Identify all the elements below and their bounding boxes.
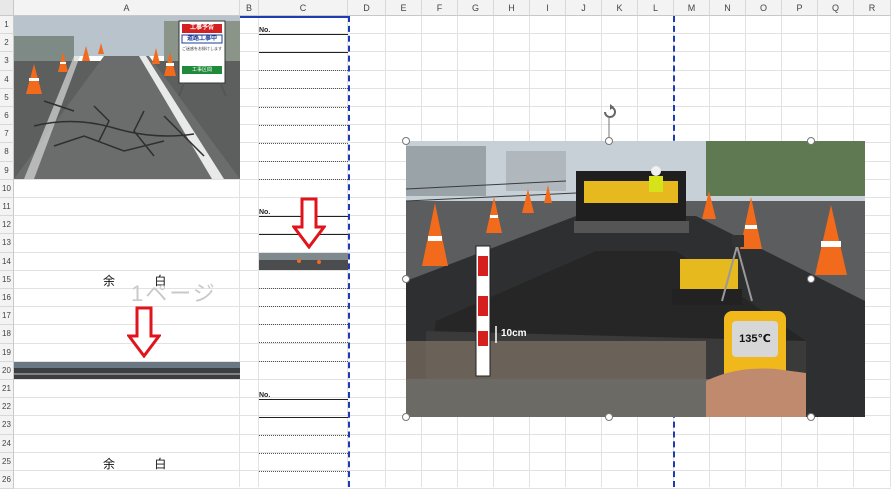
- row-header[interactable]: 12: [0, 216, 14, 235]
- row-header[interactable]: 17: [0, 307, 14, 326]
- row-header[interactable]: 5: [0, 88, 14, 107]
- row-header[interactable]: 16: [0, 289, 14, 308]
- form-line: [259, 107, 348, 108]
- sign-title: 工事予告: [189, 25, 214, 31]
- resize-handle[interactable]: [605, 137, 613, 145]
- blank-label: 余 白: [103, 457, 185, 471]
- form-line: [259, 471, 348, 472]
- column-header[interactable]: Q: [818, 0, 854, 16]
- column-header[interactable]: F: [422, 0, 458, 16]
- rotate-handle-icon[interactable]: [600, 103, 620, 137]
- resize-handle[interactable]: [807, 275, 815, 283]
- column-header[interactable]: O: [746, 0, 782, 16]
- row-header[interactable]: 18: [0, 325, 14, 344]
- row-header[interactable]: 20: [0, 361, 14, 380]
- form-line: [259, 361, 348, 362]
- row-header[interactable]: 22: [0, 398, 14, 417]
- resize-handle[interactable]: [807, 137, 815, 145]
- resize-handle[interactable]: [807, 413, 815, 421]
- row-label: No.: [259, 27, 271, 34]
- road-strip-photo[interactable]: [14, 362, 240, 379]
- column-header[interactable]: A: [14, 0, 240, 16]
- down-arrow-icon: [127, 306, 161, 358]
- form-line: [259, 342, 348, 343]
- row-header[interactable]: 24: [0, 434, 14, 453]
- sign-note: ご迷惑をお掛けします: [182, 46, 222, 51]
- form-line: [259, 288, 348, 289]
- column-header[interactable]: B: [240, 0, 259, 16]
- spreadsheet-grid[interactable]: ABCDEFGHIJKLMNOPQR 1 2 3 4 5 6 7 8 9 10 11 12 13 14 15…: [0, 0, 891, 489]
- page-break-line: [348, 16, 350, 487]
- form-line: [259, 52, 348, 53]
- row-header[interactable]: 21: [0, 380, 14, 399]
- form-line: [259, 125, 348, 126]
- form-line: [259, 161, 348, 162]
- resize-handle[interactable]: [605, 413, 613, 421]
- row-header[interactable]: 1: [0, 16, 14, 35]
- column-header[interactable]: C: [259, 0, 348, 16]
- row-header[interactable]: 7: [0, 125, 14, 144]
- row-header[interactable]: 14: [0, 252, 14, 271]
- row-header[interactable]: 15: [0, 270, 14, 289]
- page-watermark: 1ページ: [131, 281, 217, 306]
- grid-row-line: [14, 433, 891, 435]
- asphalt-paving-photo[interactable]: 10cm 135℃: [406, 141, 865, 417]
- cracked-road-photo[interactable]: 工事予告 道路工事中 ご迷惑をお掛けします 工事区間: [14, 16, 240, 179]
- row-header[interactable]: 26: [0, 471, 14, 489]
- column-header[interactable]: L: [638, 0, 674, 16]
- form-line: [259, 179, 348, 180]
- resize-handle[interactable]: [402, 137, 410, 145]
- column-header[interactable]: D: [348, 0, 386, 16]
- form-line: [259, 306, 348, 307]
- column-header[interactable]: N: [710, 0, 746, 16]
- form-line: [259, 70, 348, 71]
- row-label: No.: [259, 392, 271, 399]
- column-header[interactable]: M: [674, 0, 710, 16]
- form-line: [259, 324, 348, 325]
- paving-thumbnail[interactable]: [259, 253, 348, 270]
- row-header[interactable]: 13: [0, 234, 14, 253]
- resize-handle[interactable]: [402, 275, 410, 283]
- grid-row-line: [14, 451, 891, 453]
- row-header[interactable]: 11: [0, 198, 14, 217]
- form-line: [259, 88, 348, 89]
- down-arrow-icon: [292, 197, 326, 249]
- column-header[interactable]: H: [494, 0, 530, 16]
- form-line: [259, 453, 348, 454]
- sign-section: 工事区間: [191, 67, 212, 73]
- row-header[interactable]: 10: [0, 179, 14, 198]
- sign-main: 道路工事中: [186, 36, 217, 42]
- measure-label: 10cm: [501, 328, 527, 339]
- resize-handle[interactable]: [402, 413, 410, 421]
- row-header[interactable]: 23: [0, 416, 14, 435]
- row-header[interactable]: 25: [0, 452, 14, 471]
- row-header[interactable]: 9: [0, 161, 14, 180]
- column-header[interactable]: J: [566, 0, 602, 16]
- row-label: No.: [259, 209, 271, 216]
- column-header[interactable]: E: [386, 0, 422, 16]
- select-all-corner[interactable]: [0, 0, 14, 16]
- row-header[interactable]: 4: [0, 70, 14, 89]
- row-header[interactable]: 6: [0, 107, 14, 126]
- form-line: [259, 399, 348, 400]
- row-header[interactable]: 19: [0, 343, 14, 362]
- form-line: [259, 435, 348, 436]
- thermometer-reading: 135℃: [739, 333, 771, 345]
- row-header[interactable]: 8: [0, 143, 14, 162]
- column-header[interactable]: I: [530, 0, 566, 16]
- form-line: [259, 417, 348, 418]
- column-header[interactable]: K: [602, 0, 638, 16]
- column-header[interactable]: R: [854, 0, 891, 16]
- row-header[interactable]: 3: [0, 52, 14, 71]
- form-line: [259, 143, 348, 144]
- column-header[interactable]: G: [458, 0, 494, 16]
- row-header[interactable]: 2: [0, 34, 14, 53]
- form-line: [259, 34, 348, 35]
- column-header[interactable]: P: [782, 0, 818, 16]
